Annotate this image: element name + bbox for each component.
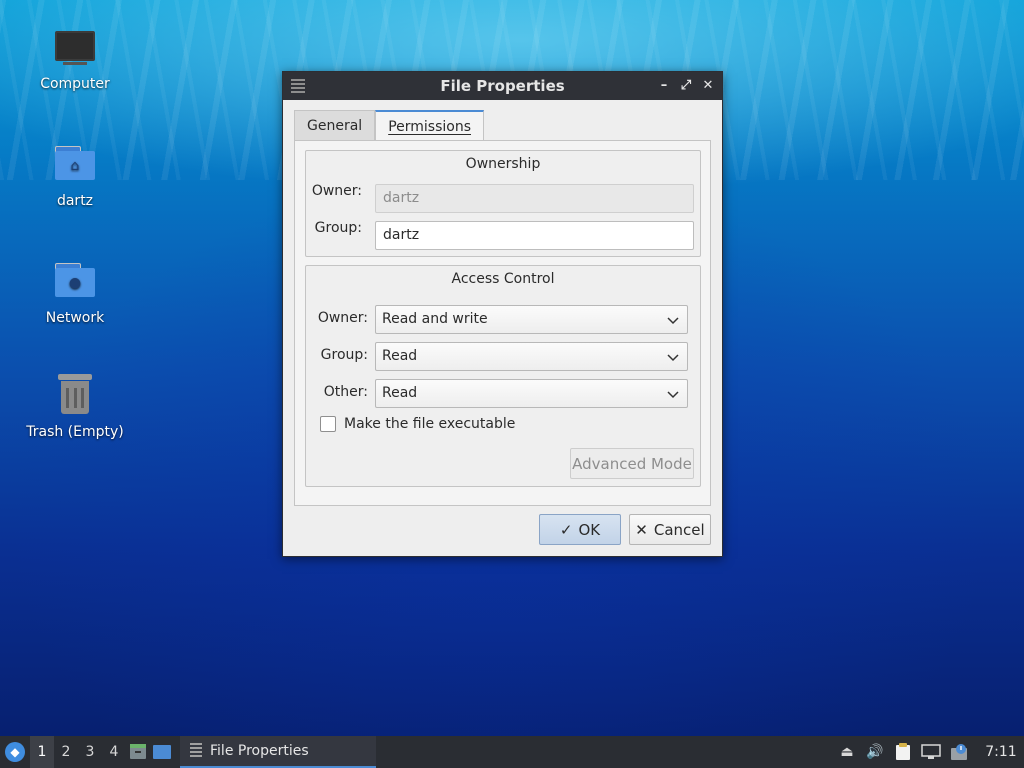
- cancel-label: Cancel: [653, 520, 705, 539]
- task-label: File Properties: [210, 743, 309, 759]
- access-control-group: Access Control Owner: Read and write Gro…: [305, 265, 701, 487]
- check-icon: ✓: [559, 520, 573, 539]
- clock[interactable]: 7:11: [984, 744, 1018, 760]
- access-control-title: Access Control: [451, 271, 555, 287]
- volume-icon[interactable]: 🔊: [864, 741, 886, 763]
- eject-icon[interactable]: ⏏: [836, 741, 858, 763]
- desktop-icon-label: Network: [45, 310, 105, 326]
- task-window-icon: [190, 743, 202, 759]
- executable-label: Make the file executable: [344, 416, 516, 432]
- access-owner-label: Owner:: [317, 310, 368, 326]
- cancel-button[interactable]: ✕ Cancel: [629, 514, 711, 545]
- group-field[interactable]: dartz: [375, 221, 694, 250]
- desktop-icon-home[interactable]: ⌂ dartz: [15, 141, 135, 209]
- network-folder-icon: ●: [53, 258, 97, 302]
- taskbar-task-file-properties[interactable]: File Properties: [180, 736, 376, 768]
- dialog-titlebar[interactable]: File Properties – ⤢ ✕: [283, 72, 722, 100]
- group-access-value: Read: [382, 348, 418, 364]
- desktop-icon-computer[interactable]: Computer: [15, 24, 135, 92]
- desktop-icon-network[interactable]: ● Network: [15, 258, 135, 326]
- network-icon[interactable]: [920, 741, 942, 763]
- tab-general[interactable]: General: [294, 110, 376, 141]
- tab-bar: General Permissions: [294, 110, 484, 141]
- window-menu-icon[interactable]: [291, 79, 305, 93]
- desktop-icon-label: Computer: [40, 76, 110, 92]
- owner-field: dartz: [375, 184, 694, 213]
- close-icon[interactable]: ✕: [700, 76, 716, 94]
- system-tray: ⏏ 🔊 7:11: [836, 736, 1024, 768]
- file-manager-icon: [130, 744, 146, 759]
- permissions-panel: Ownership Owner: dartz Group: dartz Acce…: [294, 140, 711, 506]
- desktop-icon-trash[interactable]: Trash (Empty): [15, 372, 135, 440]
- tab-permissions[interactable]: Permissions: [375, 110, 484, 141]
- other-access-value: Read: [382, 385, 418, 401]
- updates-icon[interactable]: [948, 741, 970, 763]
- chevron-down-icon: [667, 391, 679, 399]
- minimize-icon[interactable]: –: [656, 76, 672, 94]
- workspace-2[interactable]: 2: [54, 736, 78, 768]
- ok-label: OK: [578, 520, 601, 539]
- cancel-x-icon: ✕: [635, 520, 648, 539]
- access-other-label: Other:: [323, 384, 368, 400]
- workspace-4[interactable]: 4: [102, 736, 126, 768]
- chevron-down-icon: [667, 317, 679, 325]
- file-properties-dialog: File Properties – ⤢ ✕ General Permission…: [282, 71, 723, 557]
- taskbar: ◆ 1 2 3 4 File Properties ⏏ 🔊 7:11: [0, 736, 1024, 768]
- show-desktop-launcher[interactable]: [150, 736, 174, 768]
- ownership-group-label: Group:: [314, 220, 362, 236]
- other-access-select[interactable]: Read: [375, 379, 688, 408]
- trash-icon: [53, 372, 97, 416]
- clipboard-icon[interactable]: [892, 741, 914, 763]
- ownership-group: Ownership Owner: dartz Group: dartz: [305, 150, 701, 257]
- access-group-label: Group:: [320, 347, 368, 363]
- workspace-3[interactable]: 3: [78, 736, 102, 768]
- desktop-icon-label: dartz: [56, 193, 94, 209]
- executable-row[interactable]: Make the file executable: [320, 416, 515, 432]
- computer-icon: [53, 24, 97, 68]
- maximize-icon[interactable]: ⤢: [678, 76, 694, 94]
- chevron-down-icon: [667, 354, 679, 362]
- executable-checkbox[interactable]: [320, 416, 336, 432]
- ownership-owner-label: Owner:: [311, 183, 362, 199]
- owner-access-value: Read and write: [382, 311, 488, 327]
- advanced-mode-button[interactable]: Advanced Mode: [570, 448, 694, 479]
- desktop-icon: [153, 745, 171, 759]
- workspace-1[interactable]: 1: [30, 736, 54, 768]
- home-folder-icon: ⌂: [53, 141, 97, 185]
- ownership-title: Ownership: [465, 156, 541, 172]
- owner-access-select[interactable]: Read and write: [375, 305, 688, 334]
- start-menu-button[interactable]: ◆: [0, 736, 30, 768]
- app-menu-icon: ◆: [5, 742, 25, 762]
- desktop-icon-label: Trash (Empty): [26, 424, 124, 440]
- group-access-select[interactable]: Read: [375, 342, 688, 371]
- ok-button[interactable]: ✓ OK: [539, 514, 621, 545]
- file-manager-launcher[interactable]: [126, 736, 150, 768]
